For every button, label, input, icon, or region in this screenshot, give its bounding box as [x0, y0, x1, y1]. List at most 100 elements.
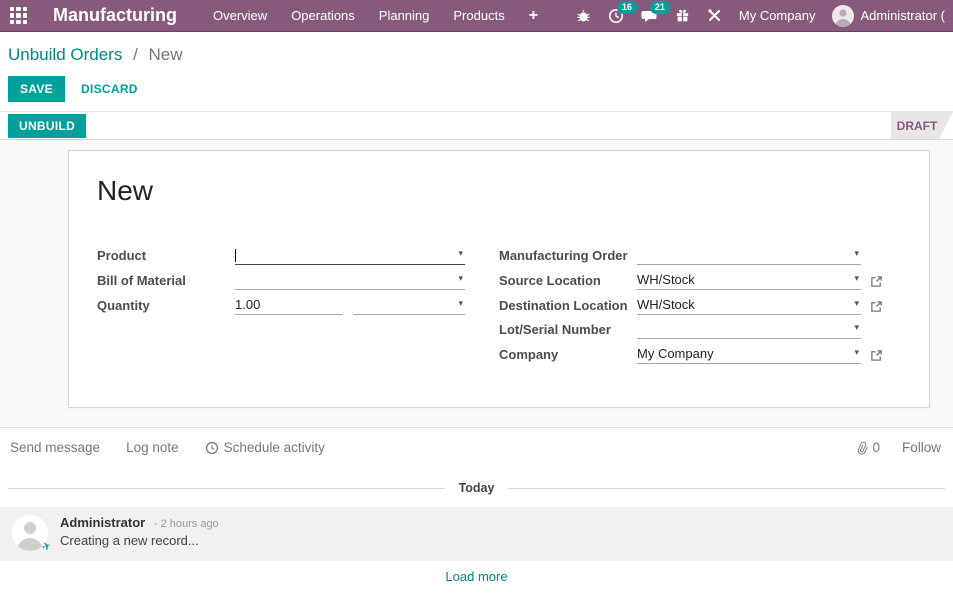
note-plane-icon: ✈	[40, 539, 53, 555]
source-location-label: Source Location	[499, 272, 601, 288]
activities-count-badge: 16	[616, 0, 637, 14]
load-more-row: Load more	[0, 561, 953, 593]
lot-dropdown-icon[interactable]: ▾	[854, 318, 859, 336]
bom-dropdown-icon[interactable]: ▾	[458, 269, 463, 287]
paperclip-icon	[858, 441, 869, 455]
messages-chat-icon[interactable]: 21	[641, 0, 670, 24]
app-menu-title[interactable]: Manufacturing	[53, 5, 177, 26]
field-row-source: Source Location WH/Stock ▾	[499, 270, 883, 290]
odoo-window: Manufacturing Overview Operations Planni…	[0, 0, 953, 594]
form-statusbar: UNBUILD DRAFT	[0, 111, 953, 140]
product-label: Product	[97, 248, 147, 263]
source-dropdown-icon[interactable]: ▾	[854, 269, 859, 287]
destination-location-input[interactable]: WH/Stock ▾	[637, 296, 861, 315]
chatter-toolbar-right: 0 Follow	[856, 440, 943, 455]
destination-dropdown-icon[interactable]: ▾	[854, 294, 859, 312]
mo-label: Manufacturing Order	[499, 248, 628, 263]
message-text: Creating a new record...	[60, 533, 199, 548]
load-more-link[interactable]: Load more	[445, 569, 507, 584]
save-button[interactable]: SAVE	[8, 76, 65, 102]
date-divider-label: Today	[458, 481, 495, 495]
quantity-label: Quantity	[97, 297, 150, 313]
control-buttons: SAVE DISCARD	[8, 76, 945, 102]
message-header: Administrator - 2 hours ago	[60, 515, 219, 530]
field-column-right: Manufacturing Order ▾ Source Location WH…	[499, 245, 883, 369]
lot-serial-label: Lot/Serial Number	[499, 322, 611, 338]
source-location-input[interactable]: WH/Stock ▾	[637, 271, 861, 290]
plus-menu-icon[interactable]: +	[529, 7, 538, 25]
follow-button[interactable]: Follow	[902, 440, 941, 455]
tools-icon[interactable]	[707, 8, 722, 23]
attachments-button[interactable]: 0	[856, 440, 880, 455]
lot-serial-input[interactable]: ▾	[637, 318, 861, 340]
unbuild-button[interactable]: UNBUILD	[8, 113, 87, 138]
menu-products[interactable]: Products	[453, 8, 504, 23]
field-column-left: Product ▾ Bill of Material ▾ Quantity 1.…	[97, 245, 465, 319]
company-external-link-icon[interactable]	[870, 349, 883, 362]
source-external-link-icon[interactable]	[870, 275, 883, 288]
message-timestamp: - 2 hours ago	[153, 518, 219, 530]
schedule-activity-button[interactable]: Schedule activity	[205, 440, 325, 455]
schedule-clock-icon	[205, 441, 218, 454]
control-panel: Unbuild Orders / New SAVE DISCARD	[0, 32, 953, 111]
uom-input[interactable]: ▾	[354, 296, 465, 315]
state-draft-badge[interactable]: DRAFT	[891, 112, 953, 139]
chatter-message: ✈ Administrator - 2 hours ago Creating a…	[0, 507, 953, 561]
user-name: Administrator (	[860, 8, 945, 23]
date-divider: Today	[8, 481, 946, 495]
company-switcher[interactable]: My Company	[739, 8, 816, 23]
menu-planning[interactable]: Planning	[379, 8, 430, 23]
send-message-button[interactable]: Send message	[10, 440, 100, 455]
message-author[interactable]: Administrator	[60, 515, 145, 530]
message-body: Administrator - 2 hours ago Creating a n…	[60, 515, 219, 551]
field-row-destination: Destination Location WH/Stock ▾	[499, 295, 883, 315]
discard-button[interactable]: DISCARD	[81, 82, 138, 96]
chatter-toolbar: Send message Log note Schedule activity …	[0, 428, 953, 469]
mo-input[interactable]: ▾	[637, 246, 861, 265]
breadcrumb: Unbuild Orders / New	[8, 45, 945, 65]
message-avatar[interactable]: ✈	[12, 515, 53, 554]
form-view: New Product ▾ Bill of Material ▾ Quantit…	[0, 140, 953, 427]
main-menu: Overview Operations Planning Products +	[213, 7, 538, 25]
breadcrumb-current: New	[148, 45, 183, 64]
messages-count-badge: 21	[649, 0, 670, 14]
activities-clock-icon[interactable]: 16	[608, 0, 637, 24]
field-row-product: Product ▾	[97, 245, 465, 265]
quantity-input[interactable]: 1.00	[235, 296, 342, 315]
bom-input[interactable]: ▾	[235, 271, 465, 290]
menu-operations[interactable]: Operations	[291, 8, 355, 23]
gift-icon[interactable]	[675, 8, 690, 23]
log-note-button[interactable]: Log note	[126, 440, 179, 455]
debug-bug-icon[interactable]	[576, 8, 591, 23]
field-row-mo: Manufacturing Order ▾	[499, 245, 883, 265]
field-row-bom: Bill of Material ▾	[97, 270, 465, 290]
product-dropdown-icon[interactable]: ▾	[458, 244, 463, 262]
company-label: Company	[499, 347, 559, 363]
field-grid: Product ▾ Bill of Material ▾ Quantity 1.…	[97, 245, 901, 407]
user-avatar	[832, 4, 855, 27]
company-dropdown-icon[interactable]: ▾	[854, 343, 859, 361]
form-sheet: New Product ▾ Bill of Material ▾ Quantit…	[68, 150, 930, 408]
field-row-quantity: Quantity 1.00 ▾	[97, 295, 465, 315]
text-cursor	[235, 249, 236, 263]
top-navbar: Manufacturing Overview Operations Planni…	[0, 0, 953, 32]
attachments-count: 0	[872, 440, 880, 455]
breadcrumb-unbuild-orders[interactable]: Unbuild Orders	[8, 45, 122, 64]
record-title: New	[97, 175, 154, 206]
quantity-widgets: 1.00 ▾	[235, 296, 465, 315]
field-row-company: Company My Company ▾	[499, 343, 883, 365]
destination-location-label: Destination Location	[499, 297, 628, 313]
uom-dropdown-icon[interactable]: ▾	[458, 294, 463, 312]
company-input[interactable]: My Company ▾	[637, 343, 861, 365]
bom-label: Bill of Material	[97, 272, 186, 288]
field-row-lot: Lot/Serial Number ▾	[499, 318, 883, 340]
chatter: Send message Log note Schedule activity …	[0, 427, 953, 593]
mo-dropdown-icon[interactable]: ▾	[854, 244, 859, 262]
menu-overview[interactable]: Overview	[213, 8, 267, 23]
navbar-systray: 16 21 My Company Administrator (	[576, 0, 945, 27]
user-menu[interactable]: Administrator (	[832, 4, 945, 27]
product-input[interactable]: ▾	[235, 246, 465, 265]
destination-external-link-icon[interactable]	[870, 300, 883, 313]
apps-grid-icon[interactable]	[10, 7, 27, 24]
breadcrumb-separator: /	[133, 45, 138, 64]
